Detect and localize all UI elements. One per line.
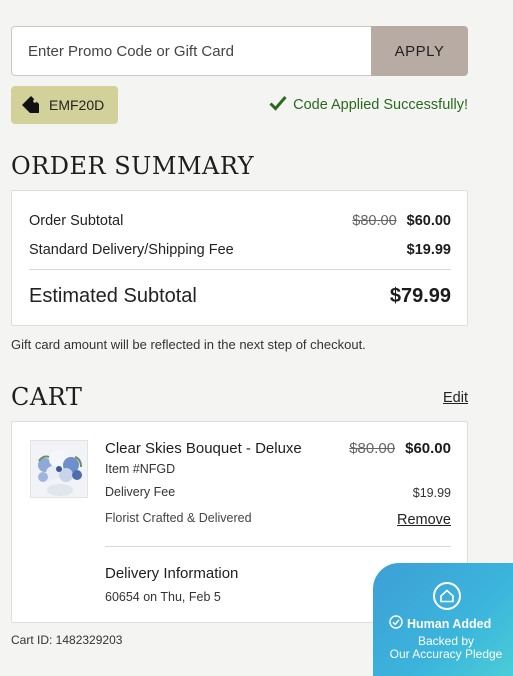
order-summary-box: Order Subtotal $80.00 $60.00 Standard Del… — [11, 190, 468, 326]
promo-success-message: Code Applied Successfully! — [269, 95, 468, 115]
delivery-fee-label: Delivery Fee — [105, 485, 176, 499]
promo-row: APPLY — [11, 26, 468, 76]
estimated-subtotal-label: Estimated Subtotal — [29, 285, 197, 307]
badge-title-row: Human Added — [389, 615, 491, 632]
order-subtotal-label: Order Subtotal — [29, 213, 124, 229]
order-subtotal-original: $80.00 — [352, 213, 397, 229]
promo-code-input[interactable] — [11, 26, 371, 76]
delivery-fee-value: $19.99 — [412, 486, 451, 500]
apply-button[interactable]: APPLY — [371, 26, 468, 76]
florist-note: Florist Crafted & Delivered — [105, 511, 252, 525]
cart-id: Cart ID: 1482329203 — [11, 633, 123, 647]
home-shield-icon — [433, 582, 461, 610]
estimated-subtotal-row: Estimated Subtotal $79.99 — [29, 285, 451, 308]
order-summary-title: ORDER SUMMARY — [11, 152, 255, 180]
product-item-number: Item #NFGD — [105, 462, 176, 476]
order-subtotal-row: Order Subtotal $80.00 $60.00 — [29, 213, 451, 229]
shipping-fee-row: Standard Delivery/Shipping Fee $19.99 — [29, 242, 451, 258]
product-price: $80.00 $60.00 — [349, 440, 451, 457]
summary-divider — [29, 269, 451, 270]
shipping-fee-label: Standard Delivery/Shipping Fee — [29, 242, 234, 258]
applied-code-text: EMF20D — [49, 97, 105, 113]
check-icon — [269, 95, 287, 115]
edit-cart-link[interactable]: Edit — [443, 390, 468, 406]
gift-card-note: Gift card amount will be reflected in th… — [11, 337, 366, 352]
delivery-info-title: Delivery Information — [105, 565, 239, 582]
estimated-subtotal-price: $79.99 — [389, 285, 451, 307]
remove-item-link[interactable]: Remove — [397, 512, 451, 528]
cart-divider — [105, 546, 451, 547]
shipping-fee-price: $19.99 — [406, 242, 451, 258]
verified-check-icon — [389, 615, 403, 632]
applied-code-chip[interactable]: EMF20D — [11, 86, 118, 124]
checkout-page: APPLY EMF20D Code Applied Successfully! … — [0, 0, 513, 676]
tag-icon — [21, 95, 41, 115]
delivery-info-detail: 60654 on Thu, Feb 5 — [105, 590, 221, 604]
badge-line-2: Our Accuracy Pledge — [389, 647, 503, 661]
cart-title: CART — [11, 383, 83, 411]
product-name[interactable]: Clear Skies Bouquet - Deluxe — [105, 440, 302, 457]
product-original-price: $80.00 — [349, 440, 396, 457]
badge-title: Human Added — [407, 616, 492, 631]
badge-line-1: Backed by — [417, 634, 475, 648]
accuracy-pledge-badge[interactable]: Human Added Backed by Our Accuracy Pledg… — [373, 563, 513, 676]
success-text: Code Applied Successfully! — [293, 97, 468, 113]
order-subtotal-price: $60.00 — [406, 213, 451, 229]
product-sale-price: $60.00 — [405, 440, 451, 457]
product-image[interactable] — [30, 440, 88, 498]
